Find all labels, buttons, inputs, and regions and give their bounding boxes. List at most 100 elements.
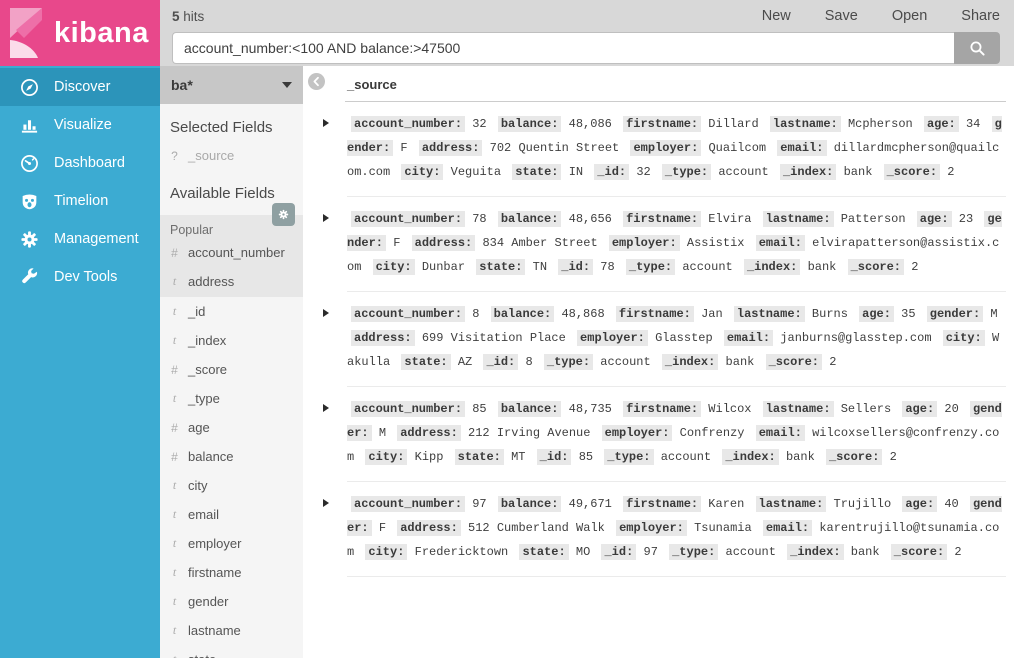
field-value: 85 (579, 450, 593, 464)
field-name-badge: _id: (537, 449, 572, 465)
field-item-state[interactable]: tstate (160, 645, 303, 658)
kibana-logo[interactable]: kibana (0, 0, 160, 66)
nav-item-discover[interactable]: Discover (0, 68, 160, 106)
field-name: gender (188, 594, 228, 609)
popular-fields-section: Popular #account_numbertaddress (160, 215, 303, 297)
field-name: age (188, 420, 210, 435)
selected-fields-title: Selected Fields (170, 119, 293, 136)
field-settings-button[interactable] (272, 203, 295, 226)
popular-fields-list: #account_numbertaddress (160, 238, 303, 296)
nav-item-management[interactable]: Management (0, 220, 160, 258)
field-value: Fredericktown (415, 545, 509, 559)
field-item-_index[interactable]: t_index (160, 326, 303, 355)
field-value: 35 (901, 307, 915, 321)
field-name-badge: employer: (616, 520, 687, 536)
gauge-icon (20, 154, 39, 173)
field-item-email[interactable]: temail (160, 500, 303, 529)
field-item-_id[interactable]: t_id (160, 297, 303, 326)
nav-item-label: Timelion (54, 193, 108, 209)
gear-icon (20, 230, 39, 249)
triangle-right-icon (323, 119, 329, 127)
field-name-badge: employer: (577, 330, 648, 346)
search-button[interactable] (954, 32, 1000, 64)
field-name: _id (188, 304, 205, 319)
field-name-badge: employer: (630, 140, 701, 156)
nav-item-visualize[interactable]: Visualize (0, 106, 160, 144)
field-item-account_number[interactable]: #account_number (160, 238, 303, 267)
field-item-city[interactable]: tcity (160, 471, 303, 500)
expand-document-icon[interactable] (323, 102, 347, 197)
nav-item-dev-tools[interactable]: Dev Tools (0, 258, 160, 296)
field-value: 23 (959, 212, 973, 226)
field-name-badge: lastname: (756, 496, 827, 512)
field-item-_score[interactable]: #_score (160, 355, 303, 384)
field-name-badge: _id: (483, 354, 518, 370)
field-value: M (379, 426, 386, 440)
open-button[interactable]: Open (892, 8, 927, 24)
field-name-badge: address: (419, 140, 483, 156)
field-value: 2 (911, 260, 918, 274)
field-item-gender[interactable]: tgender (160, 587, 303, 616)
text-field-icon: t (170, 391, 179, 406)
expand-document-icon[interactable] (323, 387, 347, 482)
new-button[interactable]: New (762, 8, 791, 24)
nav-item-dashboard[interactable]: Dashboard (0, 144, 160, 182)
share-button[interactable]: Share (961, 8, 1000, 24)
field-value: account (661, 450, 711, 464)
save-button[interactable]: Save (825, 8, 858, 24)
field-value: IN (569, 165, 583, 179)
field-item-employer[interactable]: temployer (160, 529, 303, 558)
field-item-age[interactable]: #age (160, 413, 303, 442)
nav-item-label: Management (54, 231, 139, 247)
expand-document-icon[interactable] (323, 197, 347, 292)
field-value: bank (844, 165, 873, 179)
field-item-address[interactable]: taddress (160, 267, 303, 296)
field-name-badge: account_number: (351, 306, 465, 322)
field-name-badge: _index: (722, 449, 778, 465)
field-value: 2 (947, 165, 954, 179)
field-name-badge: _id: (594, 164, 629, 180)
field-item-lastname[interactable]: tlastname (160, 616, 303, 645)
field-value: 699 Visitation Place (422, 331, 566, 345)
triangle-right-icon (323, 404, 329, 412)
index-pattern-selector[interactable]: ba* (160, 66, 303, 104)
collapse-sidebar-button[interactable] (308, 73, 325, 90)
field-name-badge: _id: (558, 259, 593, 275)
nav-item-timelion[interactable]: Timelion (0, 182, 160, 220)
field-name-badge: _id: (601, 544, 636, 560)
field-name: state (188, 652, 216, 658)
search-input[interactable] (172, 32, 954, 64)
field-value: MO (576, 545, 590, 559)
field-value: 49,671 (569, 497, 612, 511)
expand-document-icon[interactable] (323, 292, 347, 387)
field-name-badge: gender: (927, 306, 983, 322)
field-value: Veguita (451, 165, 501, 179)
unknown-field-icon: ? (170, 149, 179, 163)
field-name: _type (188, 391, 220, 406)
field-value: 212 Irving Avenue (468, 426, 590, 440)
field-item-balance[interactable]: #balance (160, 442, 303, 471)
field-name-badge: _index: (787, 544, 843, 560)
field-value: Assistix (687, 236, 745, 250)
expand-document-icon[interactable] (323, 482, 347, 577)
field-value: Sellers (841, 402, 891, 416)
field-item-_type[interactable]: t _type (160, 384, 303, 413)
field-item-firstname[interactable]: tfirstname (160, 558, 303, 587)
field-name: email (188, 507, 219, 522)
field-value: F (379, 521, 386, 535)
field-name: address (188, 274, 234, 289)
index-pattern-label: ba* (171, 77, 193, 93)
field-value: 702 Quentin Street (490, 141, 620, 155)
document-row: account_number: 8 balance: 48,868 firstn… (323, 292, 1006, 387)
field-name-badge: _score: (848, 259, 904, 275)
field-value: account (718, 165, 768, 179)
field-value: 85 (472, 402, 486, 416)
field-name-badge: state: (519, 544, 568, 560)
field-value: Jan (701, 307, 723, 321)
text-field-icon: t (170, 565, 179, 580)
text-field-icon: t (170, 594, 179, 609)
field-value: 97 (472, 497, 486, 511)
field-name-badge: account_number: (351, 496, 465, 512)
search-icon (969, 40, 986, 57)
field-name-badge: account_number: (351, 116, 465, 132)
